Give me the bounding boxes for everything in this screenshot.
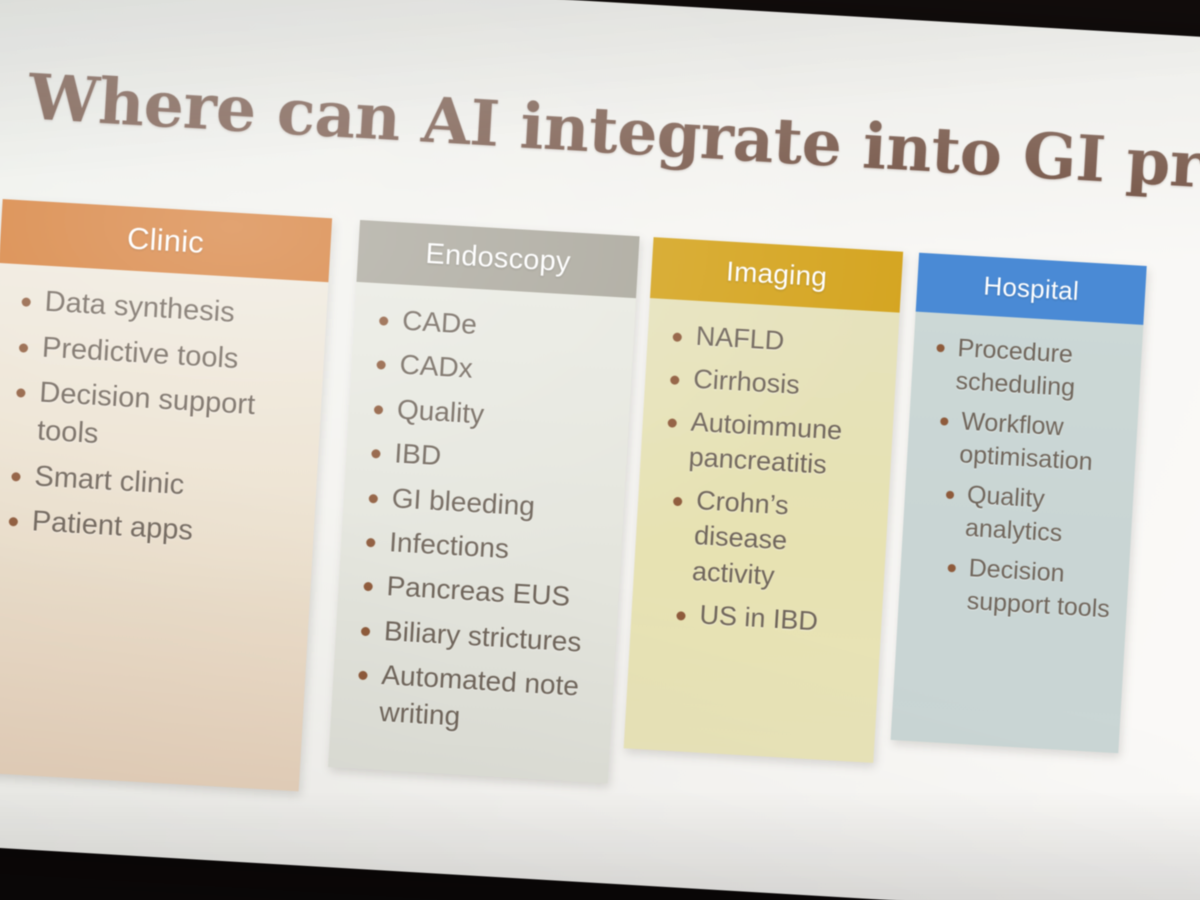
list-item: Crohn’s disease activity bbox=[647, 481, 879, 599]
bullet-list-hospital: Procedure scheduling Workflow optimisati… bbox=[912, 330, 1132, 625]
list-item: Cirrhosis bbox=[658, 360, 886, 408]
column-grid: Clinic Data synthesis Predictive tools D… bbox=[0, 199, 1200, 858]
list-item: Infections bbox=[354, 522, 612, 573]
projection-screen: Where can AI integrate into GI practice?… bbox=[0, 0, 1200, 900]
bullet-list-clinic: Data synthesis Predictive tools Decision… bbox=[0, 282, 317, 558]
list-item: IBD bbox=[359, 434, 617, 485]
column-clinic: Clinic Data synthesis Predictive tools D… bbox=[0, 199, 333, 792]
list-item: Data synthesis bbox=[10, 282, 318, 338]
list-item: Patient apps bbox=[0, 502, 304, 558]
list-item: Quality bbox=[362, 389, 620, 440]
column-body-endoscopy: CADe CADx Quality IBD GI bleeding Infect… bbox=[328, 281, 636, 784]
presentation-photo: Where can AI integrate into GI practice?… bbox=[0, 0, 1200, 900]
column-body-clinic: Data synthesis Predictive tools Decision… bbox=[0, 262, 329, 792]
list-item: Quality analytics bbox=[916, 476, 1123, 553]
list-item: US in IBD bbox=[645, 594, 873, 642]
list-item: Biliary strictures bbox=[349, 611, 607, 662]
column-endoscopy: Endoscopy CADe CADx Quality IBD GI bleed… bbox=[328, 219, 640, 784]
column-hospital: Hospital Procedure scheduling Workflow o… bbox=[890, 252, 1147, 754]
slide-surface: Where can AI integrate into GI practice?… bbox=[0, 0, 1200, 900]
list-item: Procedure scheduling bbox=[925, 330, 1132, 407]
list-item: Smart clinic bbox=[0, 456, 307, 512]
list-item: Predictive tools bbox=[7, 327, 315, 383]
list-item: Pancreas EUS bbox=[352, 567, 610, 618]
list-item: Decision support tools bbox=[912, 549, 1119, 626]
list-item: CADe bbox=[367, 301, 625, 352]
list-item: CADx bbox=[365, 345, 623, 396]
list-item: GI bleeding bbox=[357, 478, 615, 529]
page-title: Where can AI integrate into GI practice? bbox=[26, 59, 1200, 217]
list-item: NAFLD bbox=[661, 317, 889, 365]
list-item: Autoimmune pancreatitis bbox=[654, 403, 884, 486]
list-item: Automated note writing bbox=[344, 655, 604, 743]
column-body-imaging: NAFLD Cirrhosis Autoimmune pancreatitis … bbox=[623, 298, 900, 763]
bullet-list-endoscopy: CADe CADx Quality IBD GI bleeding Infect… bbox=[344, 301, 625, 743]
column-imaging: Imaging NAFLD Cirrhosis Autoimmune pancr… bbox=[623, 237, 904, 763]
list-item: Decision support tools bbox=[2, 373, 312, 466]
list-item: Workflow optimisation bbox=[921, 403, 1128, 480]
bullet-list-imaging: NAFLD Cirrhosis Autoimmune pancreatitis … bbox=[645, 317, 889, 642]
column-body-hospital: Procedure scheduling Workflow optimisati… bbox=[890, 311, 1144, 754]
